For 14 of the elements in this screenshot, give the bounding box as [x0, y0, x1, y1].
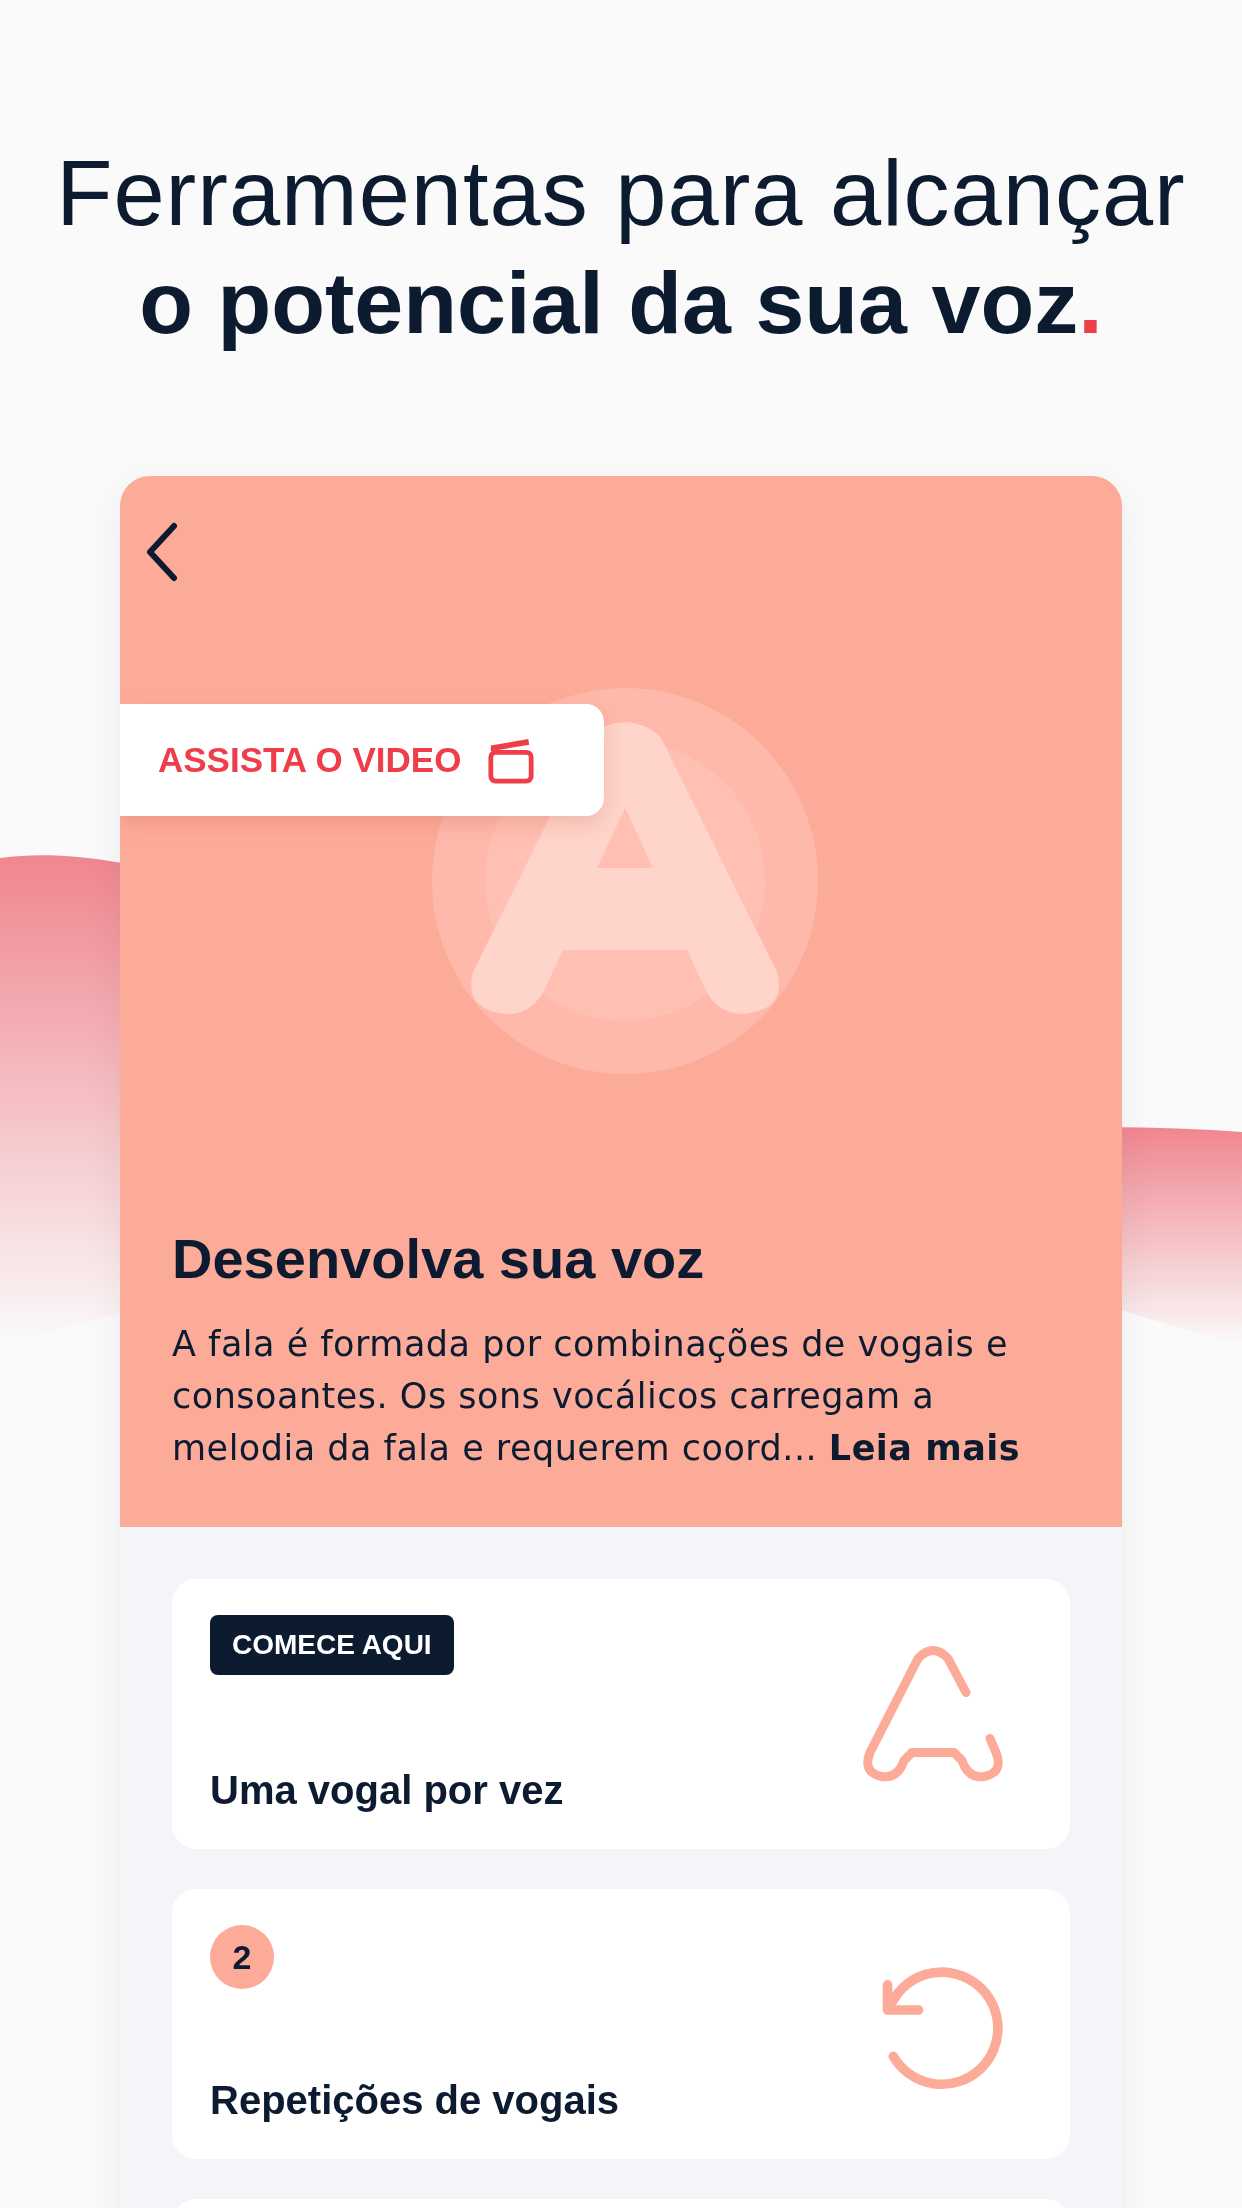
- lesson-title: Uma vogal por vez: [210, 1768, 564, 1813]
- lesson-card[interactable]: 2 Repetições de vogais: [172, 1889, 1070, 2159]
- read-more-link[interactable]: Leia mais: [828, 1428, 1021, 1468]
- clapperboard-icon: [487, 736, 536, 784]
- section-title: Desenvolva sua voz: [172, 1226, 706, 1292]
- description-text: A fala é formada por combinações de vogais e consoantes. Os sons vocálicos carregam a melodia da fala e requerem coord... Leia mais: [172, 1323, 1022, 1470]
- headline-text: Ferramentas para alcançar: [56, 141, 1186, 246]
- lesson-card[interactable]: COMECE AQUI Uma vogal por vez: [172, 1579, 1070, 1849]
- accent-dot: .: [1078, 253, 1103, 352]
- headline-text: o potencial da sua voz: [139, 253, 1079, 352]
- watch-video-button[interactable]: ASSISTA O VIDEO: [120, 704, 604, 816]
- step-number: 2: [210, 1925, 274, 1989]
- start-here-tag: COMECE AQUI: [210, 1615, 454, 1675]
- lesson-title: Repetições de vogais: [210, 2078, 620, 2123]
